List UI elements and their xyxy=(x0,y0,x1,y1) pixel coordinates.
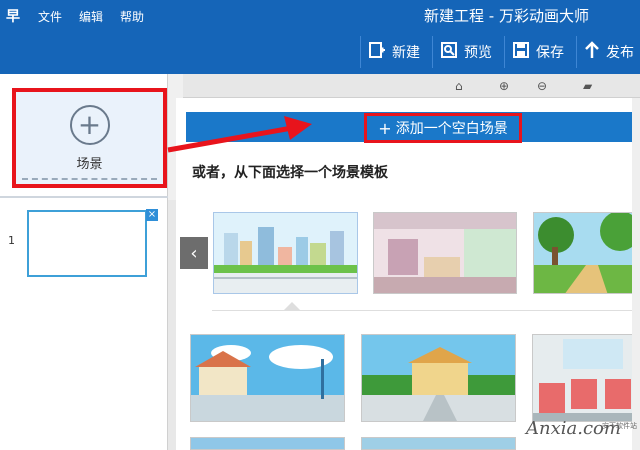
watermark-subtitle: 安下软件站 xyxy=(602,422,637,430)
annotation-arrow-icon xyxy=(167,116,312,153)
